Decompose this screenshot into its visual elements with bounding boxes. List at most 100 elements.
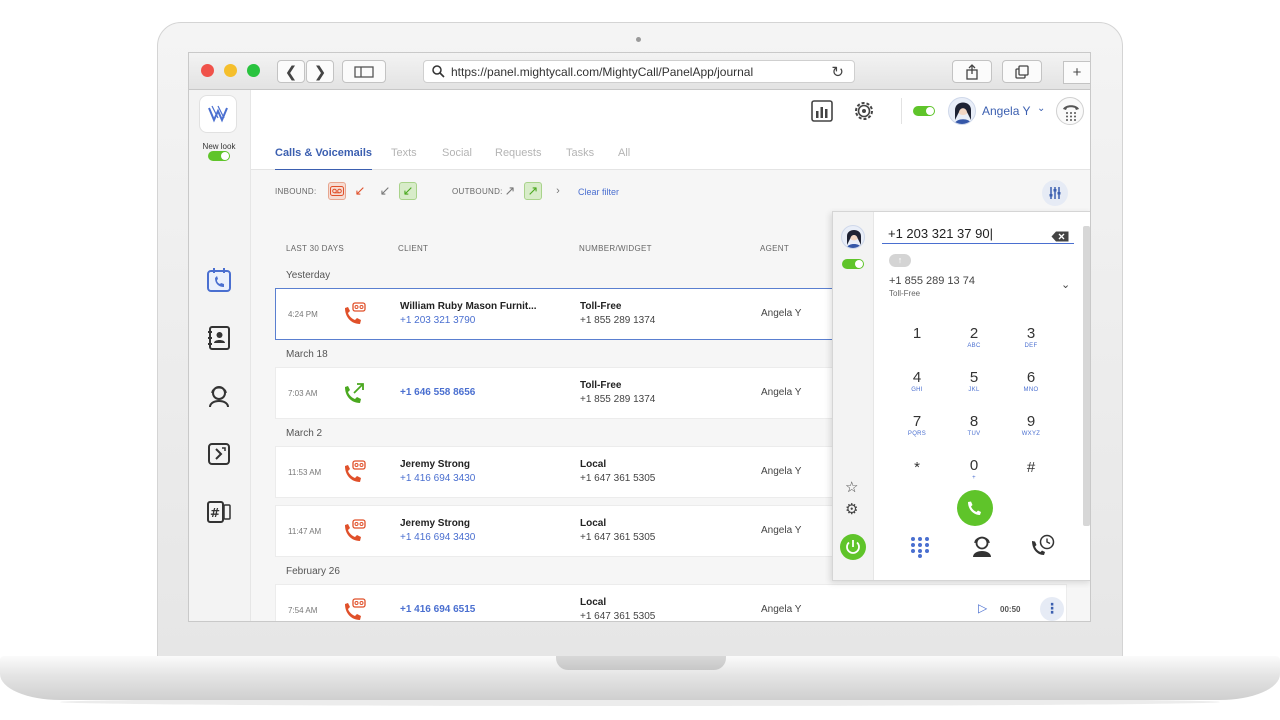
call-row[interactable]: 11:53 AM Jeremy Strong +1 416 694 3430 L… [275,446,835,498]
client-phone[interactable]: +1 203 321 3790 [400,315,475,326]
chevron-down-icon[interactable]: ⌄ [1037,103,1045,114]
dialer-availability-toggle[interactable] [842,259,864,269]
power-button[interactable] [840,534,866,560]
key-1[interactable]: 1 [897,325,937,343]
play-icon[interactable]: ▷ [978,601,987,615]
new-look-switch[interactable]: New look [195,142,243,163]
call-row[interactable]: 4:24 PM William Ruby Mason Furnit... +1 … [275,288,835,340]
agents-tab[interactable] [970,534,994,563]
nav-numbers[interactable]: # [205,498,233,526]
new-look-toggle[interactable] [208,151,230,161]
key-0[interactable]: 0 + [954,457,994,481]
key-8[interactable]: 8 TUV [954,413,994,437]
voicemail-call-icon [345,460,366,482]
tab-calls-voicemails[interactable]: Calls & Voicemails [275,147,373,171]
tabs-icon [1015,64,1029,79]
dial-number-value: +1 203 321 37 90 [888,226,990,241]
client-phone[interactable]: +1 416 694 6515 [400,604,475,615]
filter-outbound[interactable]: ↗ [501,182,519,200]
filter-outbound-green[interactable]: ↗ [524,182,542,200]
filter-voicemail[interactable] [328,182,346,200]
new-tab-button[interactable]: + [1063,61,1090,84]
close-window-button[interactable] [201,64,214,77]
settings-button[interactable] [852,99,876,128]
address-bar[interactable]: https://panel.mightycall.com/MightyCall/… [423,60,855,83]
key-hash[interactable]: # [1011,459,1051,477]
tab-requests[interactable]: Requests [495,147,541,159]
agent-name: Angela Y [761,466,802,477]
tabs-button[interactable] [1002,60,1042,83]
minimize-window-button[interactable] [224,64,237,77]
tab-texts[interactable]: Texts [391,147,417,159]
caller-id-number[interactable]: +1 855 289 13 74 [889,275,975,287]
arrow-up-icon[interactable]: ↑ [889,254,911,267]
arrow-down-left-icon: ↙ [354,183,366,198]
dial-number-input[interactable]: +1 203 321 37 90| [882,220,1074,244]
camera [636,37,641,42]
recent-calls-tab[interactable] [1030,534,1056,563]
widget-number: +1 855 289 1374 [580,315,656,326]
key-3[interactable]: 3 DEF [1011,325,1051,349]
favorites-icon[interactable]: ☆ [845,478,858,496]
phone-icon [968,501,981,515]
key-5[interactable]: 5 JKL [954,369,994,393]
zoom-window-button[interactable] [247,64,260,77]
nav-contacts[interactable] [205,324,233,352]
client-name: Jeremy Strong [400,518,471,529]
call-row[interactable]: 7:54 AM +1 416 694 6515 Local +1 647 361… [275,584,1067,621]
arrow-up-right-icon: ↗ [504,183,516,198]
key-6[interactable]: 6 MNO [1011,369,1051,393]
reload-icon[interactable]: ↻ [831,63,844,81]
user-avatar-icon [954,102,972,124]
key-digit: 2 [969,325,979,342]
dialpad-toggle-button[interactable] [1056,97,1084,125]
voicemail-duration: 00:50 [1000,605,1021,614]
analytics-button[interactable] [811,100,833,127]
dialpad-tab[interactable] [910,536,930,563]
tab-all[interactable]: All [618,147,630,159]
gear-icon[interactable]: ⚙ [845,500,858,518]
dialer-avatar[interactable] [841,225,865,249]
sidebar-toggle-button[interactable] [342,60,386,83]
back-button[interactable]: ❮ [277,60,305,83]
client-phone[interactable]: +1 646 558 8656 [400,387,475,398]
backspace-button[interactable] [1051,229,1069,247]
call-row[interactable]: 11:47 AM Jeremy Strong +1 416 694 3430 L… [275,505,835,557]
app-logo[interactable] [199,95,237,133]
avatar[interactable] [948,97,976,125]
client-phone[interactable]: +1 416 694 3430 [400,473,475,484]
key-digit: 8 [969,413,979,430]
call-button[interactable] [957,490,993,526]
voicemail-call-icon [345,598,366,620]
nav-agents[interactable] [205,382,233,410]
more-options-button[interactable]: ⋮ [1040,597,1064,621]
call-time: 7:03 AM [288,389,318,398]
clear-filter-link[interactable]: Clear filter [578,187,619,197]
routing-phone-icon [208,443,230,465]
laptop-mockup: ❮ ❯ https://panel.mightycall.com/MightyC… [0,0,1280,720]
availability-toggle[interactable] [913,106,935,116]
filter-inbound-green[interactable]: ↙ [399,182,417,200]
key-star[interactable]: * [897,459,937,477]
share-button[interactable] [952,60,992,83]
filter-more-chevron[interactable]: › [549,182,567,200]
key-4[interactable]: 4 GHI [897,369,937,393]
key-7[interactable]: 7 PQRS [897,413,937,437]
key-2[interactable]: 2 ABC [954,325,994,349]
user-name[interactable]: Angela Y [982,104,1031,118]
tab-social[interactable]: Social [442,147,472,159]
nav-call-routing[interactable] [205,440,233,468]
dialer-scrollbar[interactable] [1083,226,1090,526]
forward-button[interactable]: ❯ [306,60,334,83]
laptop-notch [556,656,726,670]
filter-settings-button[interactable] [1042,180,1068,206]
filter-missed[interactable]: ↙ [351,182,369,200]
chevron-down-icon[interactable]: ⌄ [1061,278,1070,291]
key-9[interactable]: 9 WXYZ [1011,413,1051,437]
nav-calls-journal[interactable] [205,266,233,294]
call-row[interactable]: 7:03 AM +1 646 558 8656 Toll-Free +1 855… [275,367,835,419]
call-time: 7:54 AM [288,606,318,615]
client-phone[interactable]: +1 416 694 3430 [400,532,475,543]
filter-inbound-answered[interactable]: ↙ [376,182,394,200]
tab-tasks[interactable]: Tasks [566,147,594,159]
